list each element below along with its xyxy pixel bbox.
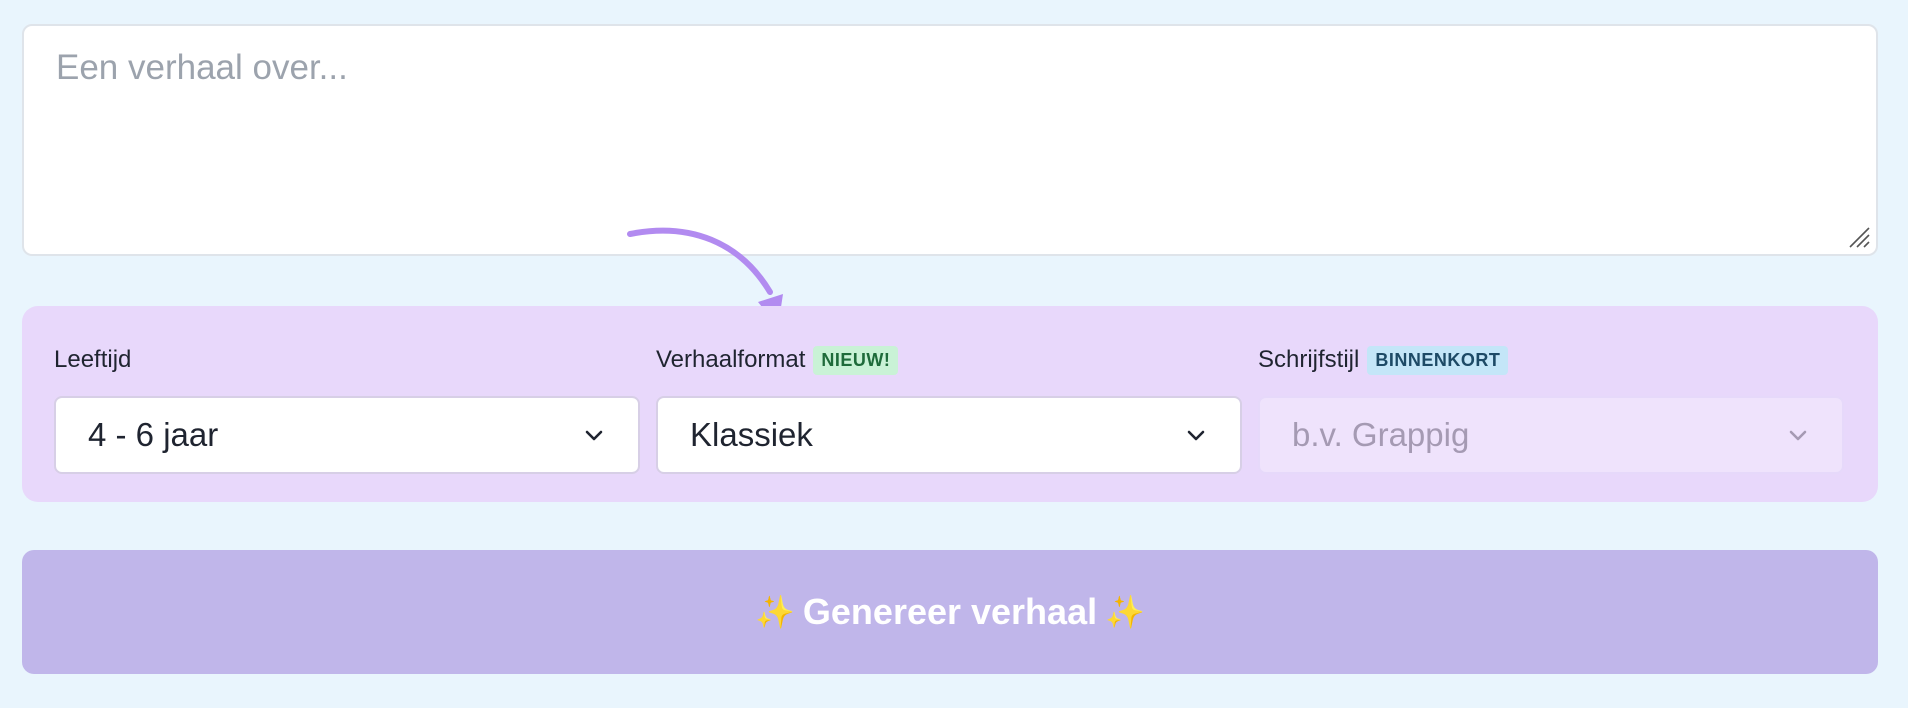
age-select-value: 4 - 6 jaar [88,416,219,453]
generate-button-label: Genereer verhaal [802,591,1098,632]
age-field: Leeftijd 4 - 6 jaar [54,342,640,474]
style-label: Schrijfstijl [1258,346,1360,373]
style-select: b.v. Grappig [1258,396,1844,474]
new-badge: NIEUW! [813,345,899,375]
age-label: Leeftijd [54,346,132,373]
age-select[interactable]: 4 - 6 jaar [54,396,640,474]
format-select[interactable]: Klassiek [656,396,1242,474]
story-prompt-input[interactable] [24,26,1876,254]
sparkles-icon: ✨ [1105,594,1145,630]
chevron-down-icon [1187,430,1205,441]
style-select-placeholder: b.v. Grappig [1292,416,1470,453]
story-options-panel: Leeftijd 4 - 6 jaar Verhaalformat NIEUW!… [22,306,1878,502]
generate-story-button[interactable]: ✨ Genereer verhaal ✨ [22,550,1878,674]
chevron-down-icon [585,430,603,441]
sparkles-icon: ✨ [755,594,795,630]
format-select-value: Klassiek [690,416,813,453]
resize-handle-icon[interactable] [1848,226,1870,248]
format-field: Verhaalformat NIEUW! Klassiek [656,342,1242,474]
chevron-down-icon [1789,430,1807,441]
style-field: Schrijfstijl BINNENKORT b.v. Grappig [1258,342,1844,474]
story-prompt-container [22,24,1878,256]
coming-soon-badge: BINNENKORT [1367,345,1509,375]
format-label: Verhaalformat [656,346,806,373]
